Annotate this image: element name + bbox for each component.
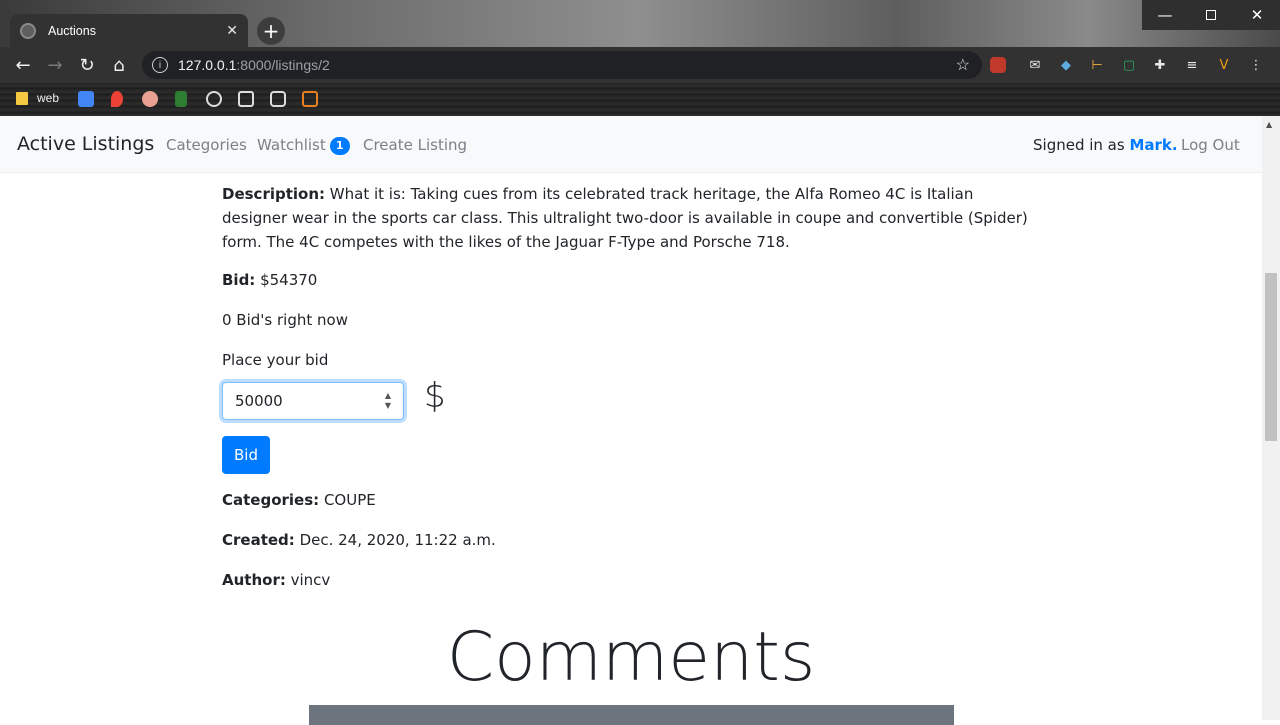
maximize-button[interactable] <box>1188 0 1234 30</box>
bookmark-icon[interactable] <box>142 91 158 107</box>
categories-value: COUPE <box>323 491 376 509</box>
address-bar[interactable]: i 127.0.0.1:8000/listings/2 ☆ <box>142 51 982 79</box>
nav-watchlist[interactable]: Watchlist 1 <box>257 136 350 155</box>
info-icon[interactable]: i <box>152 57 168 73</box>
watchlist-count-badge: 1 <box>329 137 350 155</box>
url-host: 127.0.0.1 <box>178 57 237 73</box>
menu-icon[interactable]: ⋮ <box>1245 54 1267 76</box>
media-icon[interactable]: ≡ <box>1181 54 1203 76</box>
bookmark-star-icon[interactable]: ☆ <box>956 55 970 75</box>
place-bid-label: Place your bid <box>222 351 329 369</box>
bookmark-icon[interactable] <box>175 91 187 107</box>
folder-icon <box>16 92 28 105</box>
current-bid: Bid: $54370 <box>222 271 317 289</box>
description-text: What it is: Taking cues from its celebra… <box>222 185 1028 251</box>
browser-tab[interactable]: Auctions ✕ <box>10 14 248 47</box>
github-icon[interactable] <box>206 91 222 107</box>
minimize-button[interactable]: — <box>1142 0 1188 30</box>
translate-icon[interactable] <box>78 91 94 107</box>
url-path: :8000/listings/2 <box>236 57 330 73</box>
listing-categories: Categories: COUPE <box>222 491 376 509</box>
created-label: Created: <box>222 531 295 549</box>
logout-link[interactable]: Log Out <box>1181 136 1240 154</box>
tab-close-icon[interactable]: ✕ <box>226 23 238 39</box>
maximize-icon <box>1206 10 1216 20</box>
brand-link[interactable]: Active Listings <box>17 133 154 155</box>
listing-author: Author: vincv <box>222 571 330 589</box>
bookmarks-bar: web <box>0 83 1280 116</box>
diamond-icon[interactable]: ◆ <box>1055 54 1077 76</box>
bid-label: Bid: <box>222 271 256 289</box>
reload-button[interactable]: ↻ <box>71 49 103 81</box>
browser-titlebar: Auctions ✕ + — ✕ <box>0 0 1280 47</box>
scrollbar-thumb[interactable] <box>1265 273 1277 441</box>
bookmark-icon[interactable] <box>238 91 254 107</box>
bid-value: $54370 <box>260 271 318 289</box>
home-button[interactable]: ⌂ <box>103 49 135 81</box>
bookmark-web[interactable]: web <box>37 91 59 105</box>
currency-symbol: $ <box>424 376 446 416</box>
nav-categories[interactable]: Categories <box>166 136 247 154</box>
bid-button[interactable]: Bid <box>222 436 270 474</box>
categories-label: Categories: <box>222 491 320 509</box>
forward-button[interactable]: → <box>39 49 71 81</box>
maps-icon[interactable] <box>111 91 123 107</box>
bid-input-value: 50000 <box>235 392 283 410</box>
tab-title: Auctions <box>48 23 96 38</box>
extension-icon[interactable]: ▢ <box>1118 54 1140 76</box>
listing-description: Description: What it is: Taking cues fro… <box>222 182 1042 254</box>
back-button[interactable]: ← <box>7 49 39 81</box>
puzzle-icon[interactable]: ✚ <box>1149 54 1171 76</box>
signed-in-prefix: Signed in as <box>1033 136 1125 154</box>
extension-icon[interactable]: ✉ <box>1024 54 1046 76</box>
close-window-button[interactable]: ✕ <box>1234 0 1280 30</box>
site-navbar: Active Listings Categories Watchlist 1 Cr… <box>0 116 1280 173</box>
author-label: Author: <box>222 571 286 589</box>
username: Mark. <box>1129 136 1178 154</box>
created-value: Dec. 24, 2020, 11:22 a.m. <box>299 531 496 549</box>
new-tab-button[interactable]: + <box>257 17 285 45</box>
ublock-icon[interactable] <box>990 57 1006 73</box>
browser-toolbar: ← → ↻ ⌂ i 127.0.0.1:8000/listings/2 ☆ ✉ … <box>0 47 1280 83</box>
nav-watchlist-label: Watchlist <box>257 136 326 154</box>
signed-in-status: Signed in as Mark. <box>1033 136 1178 154</box>
extension-icon[interactable]: ⊢ <box>1086 54 1108 76</box>
description-label: Description: <box>222 185 326 203</box>
bid-count: 0 Bid's right now <box>222 311 348 329</box>
comments-heading: Comments <box>446 618 816 697</box>
number-spinner[interactable]: ▲ ▼ <box>385 391 391 411</box>
scroll-up-arrow[interactable]: ▲ <box>1266 120 1272 129</box>
listing-created: Created: Dec. 24, 2020, 11:22 a.m. <box>222 531 496 549</box>
bid-amount-input[interactable]: 50000 ▲ ▼ <box>222 382 404 420</box>
comment-card <box>309 705 954 725</box>
bookmark-icon[interactable] <box>302 91 318 107</box>
nav-create-listing[interactable]: Create Listing <box>363 136 467 154</box>
author-value: vincv <box>290 571 331 589</box>
bookmark-icon[interactable] <box>270 91 286 107</box>
globe-icon <box>20 22 36 39</box>
avatar-icon[interactable]: V <box>1213 54 1235 76</box>
